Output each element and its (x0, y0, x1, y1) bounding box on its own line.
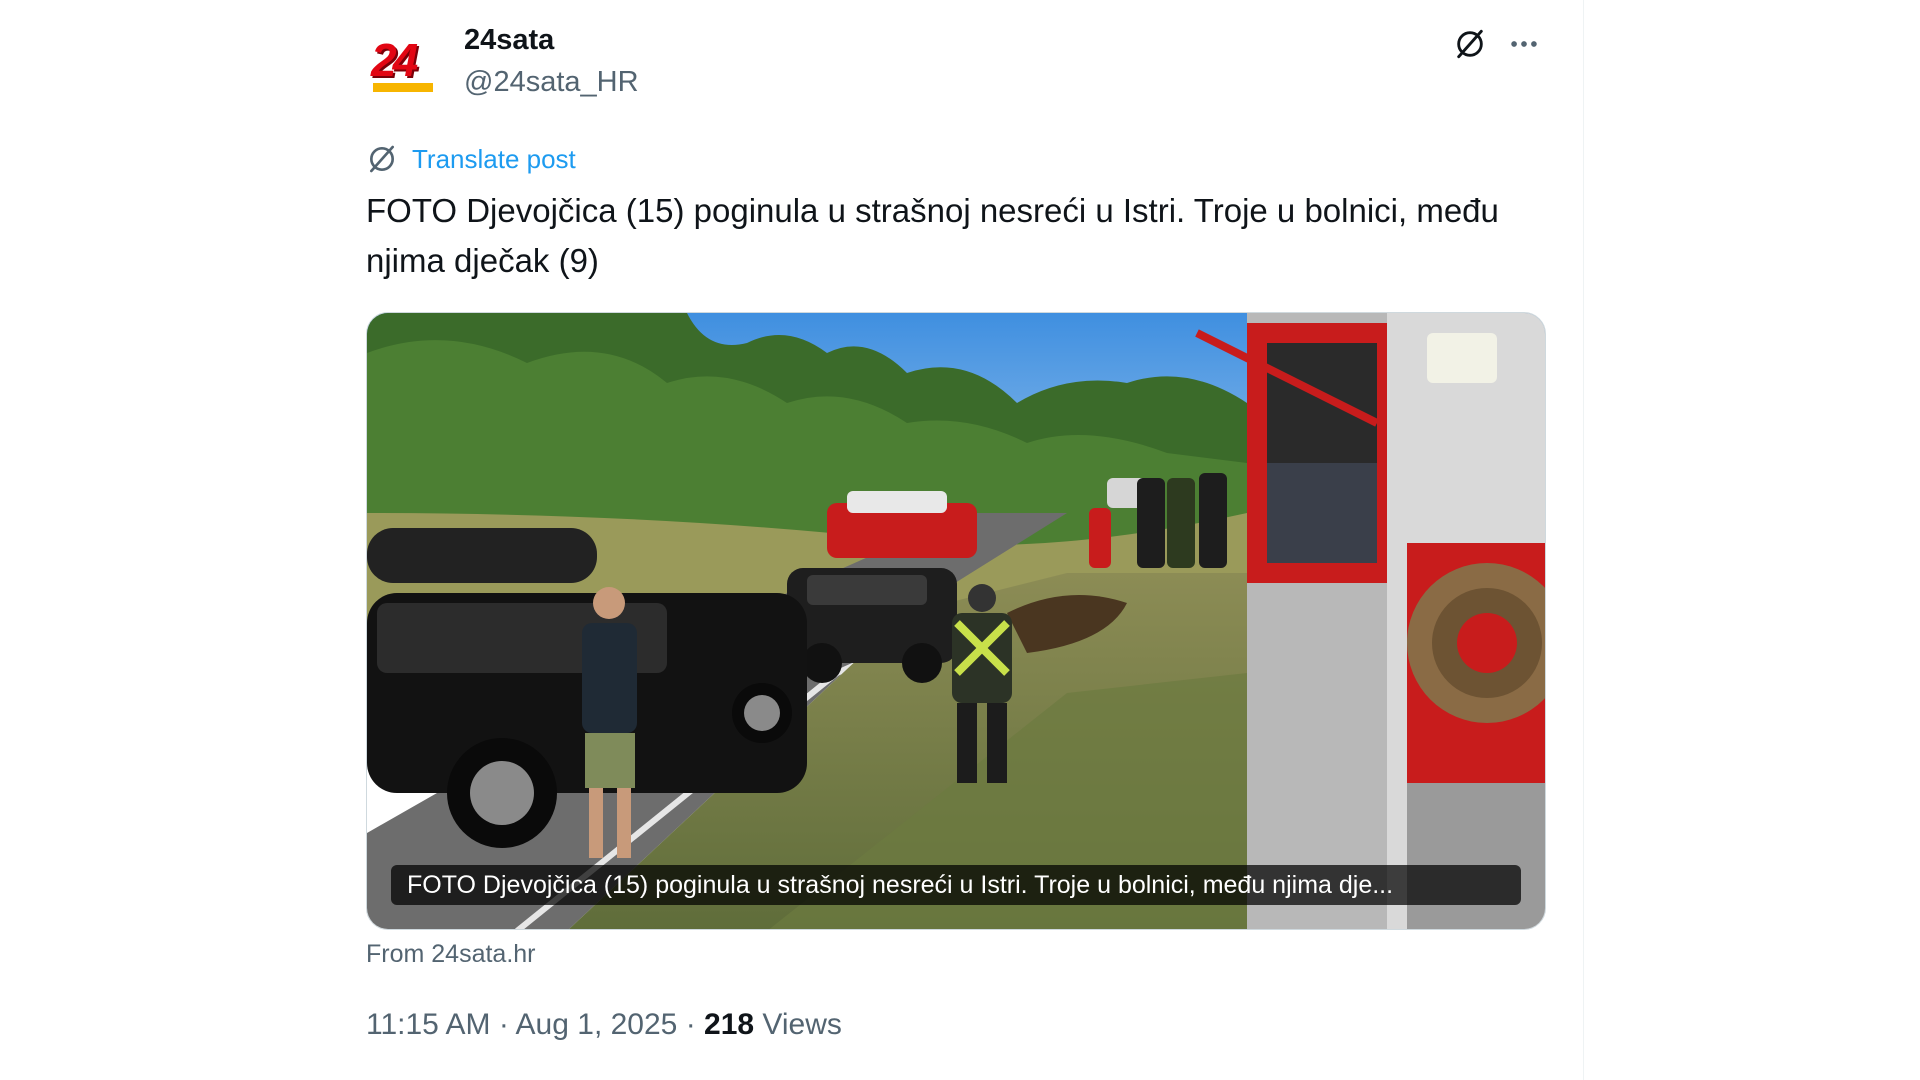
post-time[interactable]: 11:15 AM (366, 1008, 491, 1041)
views-label: Views (754, 1008, 842, 1041)
post: 24 24sata @24sata_HR Translate post FOTO… (366, 0, 1556, 1080)
timeline-column-border (1583, 0, 1584, 1080)
author-name[interactable]: 24sata (464, 24, 554, 57)
link-card-image[interactable]: FOTO Djevojčica (15) poginula u strašnoj… (366, 312, 1546, 930)
avatar[interactable]: 24 (368, 30, 438, 100)
more-horizontal-icon (1511, 41, 1537, 47)
translate-post-label[interactable]: Translate post (412, 144, 576, 175)
avatar-logo-digits: 24 (371, 34, 418, 86)
views-count: 218 (704, 1008, 755, 1041)
author-handle[interactable]: @24sata_HR (464, 66, 639, 99)
meta-separator: · (490, 1008, 516, 1041)
accident-scene-photo (367, 313, 1545, 929)
link-source[interactable]: From 24sata.hr (366, 940, 536, 969)
post-metadata: 11:15 AM · Aug 1, 2025 · 218 Views (366, 1008, 842, 1042)
more-options-button[interactable] (1502, 22, 1546, 66)
grok-button[interactable] (1448, 22, 1492, 66)
link-card-caption[interactable]: FOTO Djevojčica (15) poginula u strašnoj… (391, 865, 1521, 905)
24sata-logo: 24 (371, 37, 435, 93)
avatar-logo-bar (373, 83, 433, 92)
post-text: FOTO Djevojčica (15) poginula u strašnoj… (366, 192, 1499, 279)
post-date[interactable]: Aug 1, 2025 (516, 1008, 678, 1041)
translate-post-button[interactable]: Translate post (366, 142, 576, 176)
grok-slash-circle-icon (1457, 29, 1483, 59)
meta-separator: · (677, 1008, 705, 1041)
grok-slash-circle-icon (370, 145, 394, 173)
